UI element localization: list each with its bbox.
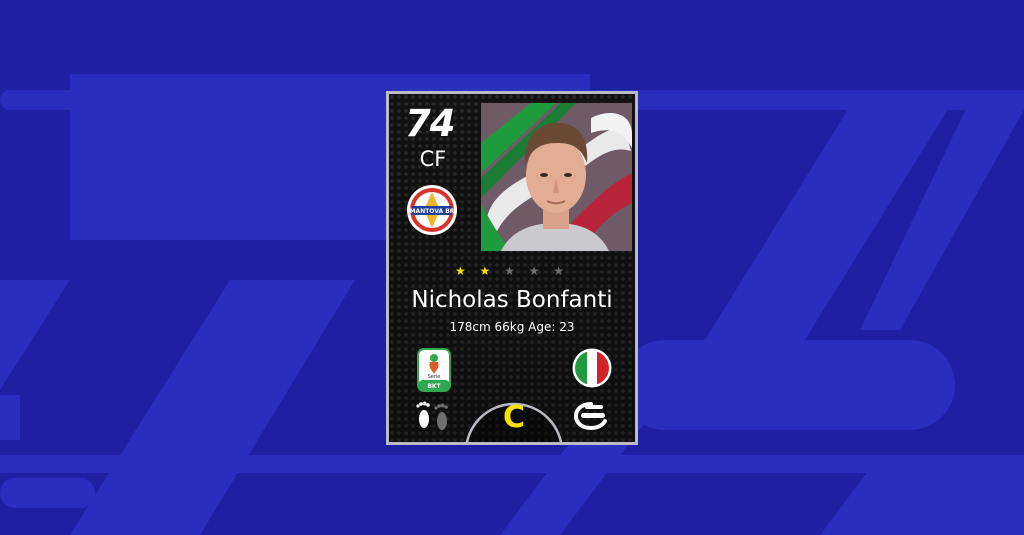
star-filled: ★ ★	[454, 264, 496, 278]
italy-flag-icon	[572, 348, 612, 388]
star-empty: ★ ★ ★	[495, 264, 570, 278]
player-info: 178cm 66kg Age: 23	[449, 320, 575, 334]
player-position: CF	[419, 147, 447, 171]
club-badge-icon: MANTOVA BR	[407, 185, 457, 235]
league-badge-text-1: Serie	[428, 374, 441, 380]
feet-icon	[416, 401, 448, 430]
efootball-logo-icon	[573, 402, 607, 431]
player-grade: C	[502, 400, 526, 435]
player-card[interactable]: 74 CF MANTOVA BR ★ ★ ★ ★ ★ Nicholas Bonf…	[386, 91, 638, 445]
star-rating: ★ ★ ★ ★ ★	[389, 264, 635, 278]
player-name: Nicholas Bonfanti	[411, 287, 613, 313]
player-rating: 74	[405, 102, 456, 145]
league-badge-text-2: BKT	[427, 383, 441, 390]
club-badge-text: MANTOVA BR	[410, 208, 455, 215]
serie-b-league-icon: Serie BKT	[417, 348, 451, 392]
player-photo	[481, 103, 632, 251]
